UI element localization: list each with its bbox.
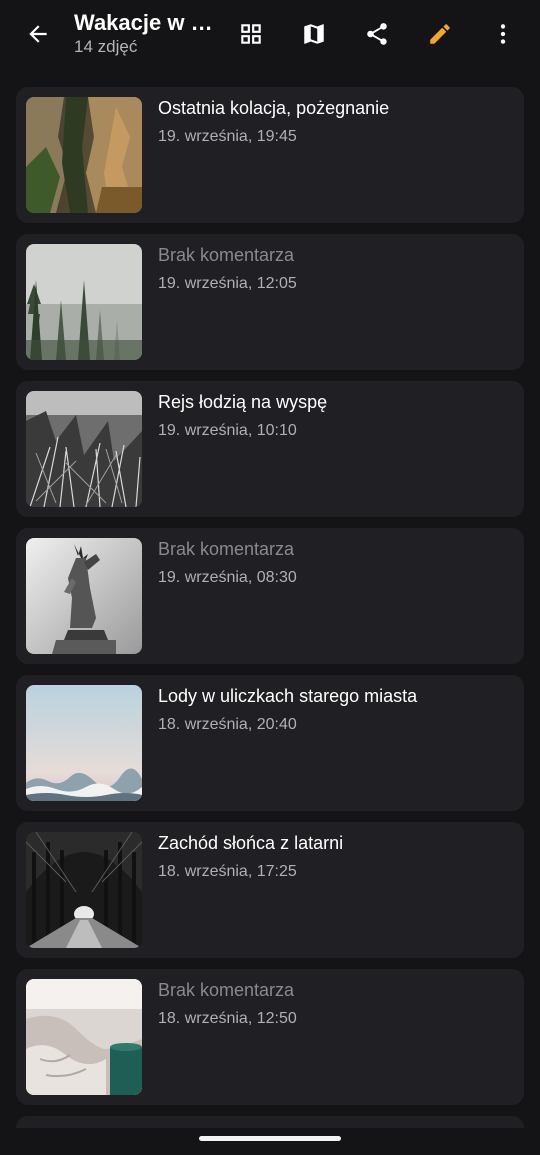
photo-date: 18. września, 20:40 — [158, 716, 297, 733]
photo-list: Ostatnia kolacja, pożegnanie 19. wrześni… — [16, 87, 524, 1128]
photo-thumbnail[interactable] — [26, 97, 142, 213]
photo-list-item[interactable]: Zachód słońca z latarni 18. września, 17… — [16, 822, 524, 958]
top-app-bar: Wakacje w … 14 zdjęć — [0, 0, 540, 72]
photo-list-item[interactable]: Ostatnia kolacja, pożegnanie 19. wrześni… — [16, 87, 524, 223]
more-vertical-icon — [490, 21, 516, 52]
photo-list-item-partial[interactable] — [16, 1116, 524, 1128]
album-title-block: Wakacje w … 14 zdjęć — [74, 9, 224, 57]
edit-pencil-icon — [427, 21, 453, 52]
album-screen: Wakacje w … 14 zdjęć Ostatnia kolacja, p… — [0, 0, 540, 1155]
photo-thumbnail[interactable] — [26, 685, 142, 801]
photo-thumbnail[interactable] — [26, 244, 142, 360]
grid-view-button[interactable] — [227, 12, 275, 60]
photo-caption: Rejs łodzią na wyspę — [158, 392, 328, 412]
album-title: Wakacje w … — [74, 10, 213, 35]
photo-date: 19. września, 08:30 — [158, 569, 297, 586]
map-icon — [301, 21, 327, 52]
photo-list-item[interactable]: Brak komentarza 19. września, 12:05 — [16, 234, 524, 370]
photo-date: 19. września, 19:45 — [158, 128, 297, 145]
photo-list-item[interactable]: Brak komentarza 19. września, 08:30 — [16, 528, 524, 664]
photo-thumbnail[interactable] — [26, 832, 142, 948]
photo-caption: Brak komentarza — [158, 245, 295, 265]
map-button[interactable] — [290, 12, 338, 60]
photo-date: 18. września, 12:50 — [158, 1010, 297, 1027]
photo-caption: Lody w uliczkach starego miasta — [158, 686, 418, 706]
arrow-back-icon — [25, 21, 51, 52]
photo-caption: Brak komentarza — [158, 539, 295, 559]
photo-thumbnail[interactable] — [26, 391, 142, 507]
grid-view-icon — [238, 21, 264, 52]
photo-thumbnail[interactable] — [26, 538, 142, 654]
photo-caption: Ostatnia kolacja, pożegnanie — [158, 98, 390, 118]
photo-date: 19. września, 12:05 — [158, 275, 297, 292]
photo-caption: Brak komentarza — [158, 980, 295, 1000]
photo-thumbnail[interactable] — [26, 979, 142, 1095]
photo-count: 14 zdjęć — [74, 37, 138, 56]
back-button[interactable] — [16, 14, 60, 58]
photo-date: 18. września, 17:25 — [158, 863, 297, 880]
more-options-button[interactable] — [479, 12, 527, 60]
share-icon — [364, 21, 390, 52]
edit-button[interactable] — [416, 12, 464, 60]
share-button[interactable] — [353, 12, 401, 60]
photo-list-item[interactable]: Lody w uliczkach starego miasta 18. wrze… — [16, 675, 524, 811]
photo-caption: Zachód słońca z latarni — [158, 833, 344, 853]
home-indicator[interactable] — [199, 1136, 341, 1141]
photo-list-item[interactable]: Rejs łodzią na wyspę 19. września, 10:10 — [16, 381, 524, 517]
photo-list-item[interactable]: Brak komentarza 18. września, 12:50 — [16, 969, 524, 1105]
photo-date: 19. września, 10:10 — [158, 422, 297, 439]
